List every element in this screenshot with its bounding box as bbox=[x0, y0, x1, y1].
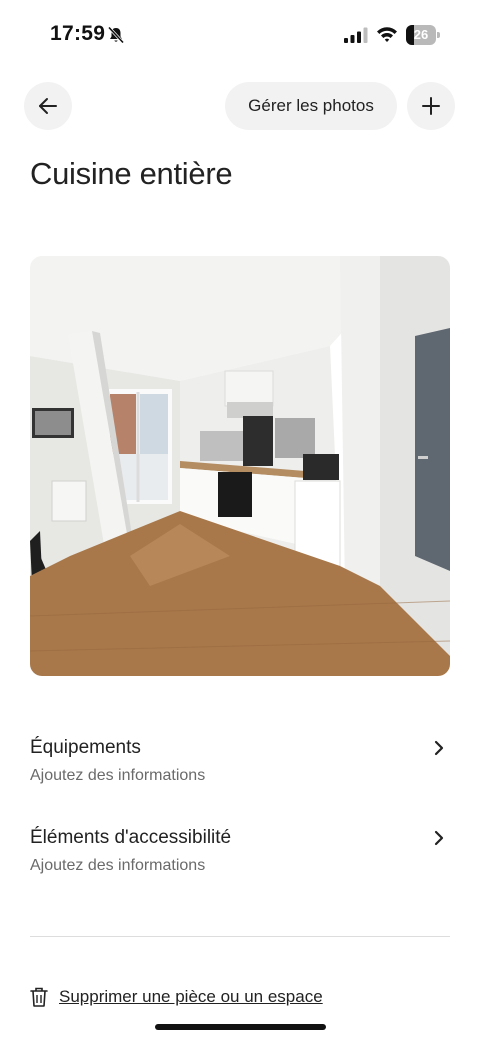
battery-level: 26 bbox=[413, 27, 429, 42]
battery-icon: 26 bbox=[406, 25, 440, 45]
accessibility-row[interactable]: Éléments d'accessibilité Ajoutez des inf… bbox=[30, 827, 450, 897]
trash-icon bbox=[30, 987, 48, 1007]
home-indicator[interactable] bbox=[155, 1024, 326, 1030]
add-photo-button[interactable] bbox=[407, 82, 455, 130]
page-title: Cuisine entière bbox=[30, 156, 233, 191]
room-photo[interactable] bbox=[30, 256, 450, 676]
manage-photos-button[interactable]: Gérer les photos bbox=[225, 82, 397, 130]
chevron-right-icon bbox=[434, 740, 444, 756]
chevron-right-icon bbox=[434, 830, 444, 846]
status-time: 17:59 bbox=[50, 22, 106, 45]
divider bbox=[30, 936, 450, 937]
delete-room-row[interactable]: Supprimer une pièce ou un espace bbox=[30, 986, 350, 1010]
equipment-subtitle: Ajoutez des informations bbox=[30, 767, 206, 784]
plus-icon bbox=[422, 97, 440, 115]
kitchen-photo-image bbox=[30, 256, 450, 676]
wifi-icon bbox=[377, 27, 397, 42]
accessibility-title: Éléments d'accessibilité bbox=[30, 827, 232, 848]
arrow-left-icon bbox=[39, 98, 57, 114]
back-button[interactable] bbox=[24, 82, 72, 130]
cellular-signal-icon bbox=[344, 27, 368, 43]
accessibility-subtitle: Ajoutez des informations bbox=[30, 857, 206, 874]
equipment-row[interactable]: Équipements Ajoutez des informations bbox=[30, 737, 450, 807]
mute-bell-icon bbox=[107, 26, 125, 44]
equipment-title: Équipements bbox=[30, 737, 141, 758]
delete-room-link[interactable]: Supprimer une pièce ou un espace bbox=[59, 987, 323, 1007]
status-bar: 17:59 26 bbox=[0, 0, 480, 70]
